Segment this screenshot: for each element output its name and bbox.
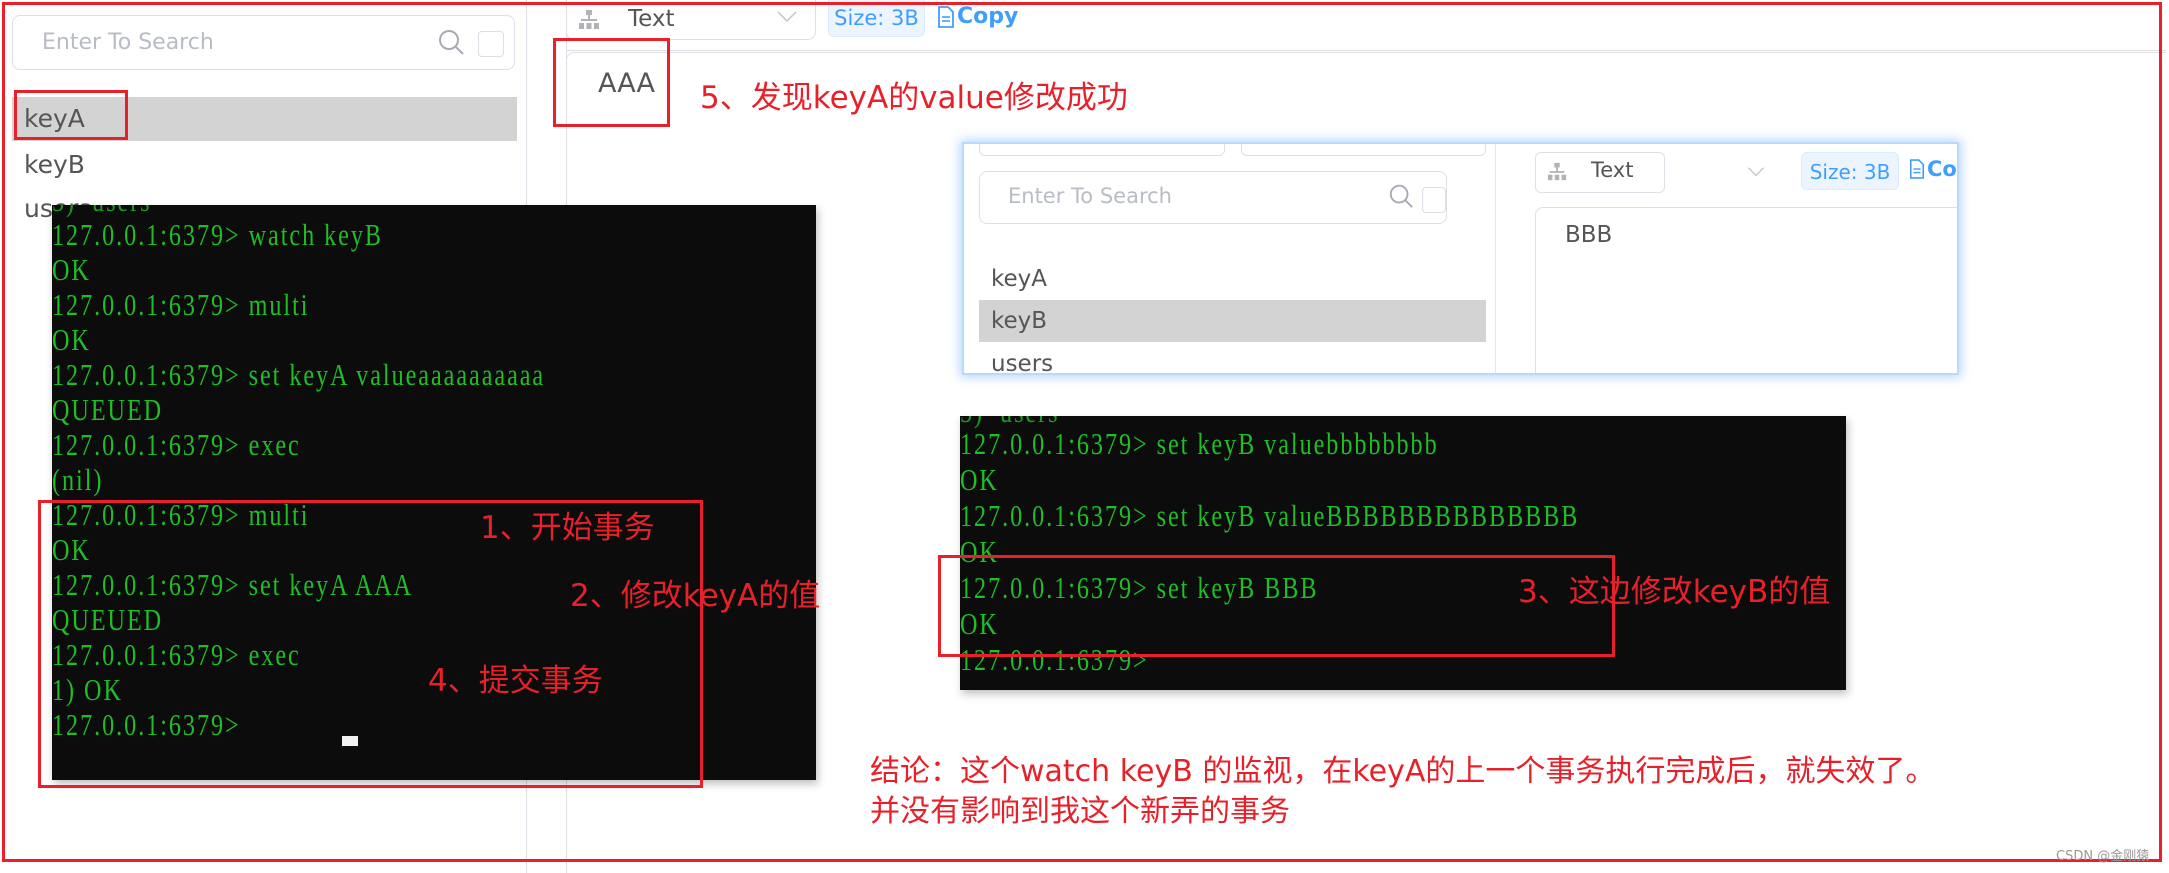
search-placeholder: Enter To Search: [42, 30, 214, 55]
copy-button[interactable]: Copy: [937, 4, 1018, 29]
terminal-line: 127.0.0.1:6379> set keyA AAA: [52, 567, 414, 602]
copy-label: Cop: [1927, 157, 1957, 181]
inner-search-placeholder: Enter To Search: [1008, 184, 1172, 208]
inner-exact-checkbox[interactable]: [1422, 187, 1446, 213]
terminal-line: 127.0.0.1:6379>: [52, 707, 249, 742]
annotation-step1: 1、开始事务: [480, 510, 655, 546]
annotation-step4: 4、提交事务: [428, 663, 603, 699]
exact-search-checkbox[interactable]: [478, 31, 504, 57]
terminal-line: QUEUED: [52, 602, 164, 637]
terminal-line: OK: [960, 534, 999, 569]
inner-top-control: [1241, 144, 1486, 156]
key-item-keyB[interactable]: keyB: [12, 143, 517, 187]
size-badge: Size: 3B: [828, 0, 925, 37]
terminal-line: 127.0.0.1:6379> exec: [52, 637, 301, 672]
tree-structure-icon: [1547, 162, 1567, 181]
terminal-line: 127.0.0.1:6379>: [960, 642, 1149, 677]
terminal-line: OK: [960, 462, 999, 497]
value-type-label: Text: [628, 6, 675, 32]
inner-key-item-keyA[interactable]: keyA: [979, 259, 1469, 299]
terminal-line: OK: [52, 252, 91, 287]
key-label: keyB: [24, 150, 85, 179]
search-icon[interactable]: [436, 27, 466, 57]
inner-size-badge: Size: 3B: [1801, 152, 1899, 190]
inner-panel-divider: [1495, 144, 1496, 373]
key-item-keyA[interactable]: keyA: [12, 97, 517, 141]
document-icon: [1909, 159, 1925, 179]
conclusion-line-1: 结论：这个watch keyB 的监视，在keyA的上一个事务执行完成后，就失效…: [870, 754, 1936, 789]
annotation-step3: 3、这边修改keyB的值: [1518, 574, 1831, 610]
inner-type-label: Text: [1591, 158, 1634, 182]
terminal-line: 127.0.0.1:6379> watch keyB: [52, 217, 383, 252]
terminal-line: 127.0.0.1:6379> exec: [52, 427, 301, 462]
inner-key-item-users[interactable]: users: [979, 344, 1469, 375]
terminal-line: 127.0.0.1:6379> multi: [52, 497, 310, 532]
inner-top-control: [979, 144, 1225, 156]
value-text: AAA: [598, 68, 655, 99]
document-icon: [938, 5, 954, 28]
toolbar-divider: [566, 50, 2166, 51]
key-label: users: [991, 351, 1054, 375]
copy-label: Copy: [957, 4, 1019, 29]
chevron-down-icon: [1747, 167, 1765, 177]
terminal-line: OK: [52, 532, 91, 567]
annotation-step2: 2、修改keyA的值: [570, 578, 821, 614]
inner-value-text: BBB: [1565, 222, 1613, 248]
terminal-line: 127.0.0.1:6379> multi: [52, 287, 310, 322]
terminal-line: 127.0.0.1:6379> set keyB BBB: [960, 570, 1319, 605]
chevron-down-icon: [777, 11, 797, 23]
inner-client-screenshot: Enter To Search keyA keyB users Text Siz…: [962, 142, 1959, 375]
key-label: keyB: [991, 308, 1048, 334]
tree-structure-icon: [579, 10, 599, 29]
conclusion-line-2: 并没有影响到我这个新弄的事务: [870, 794, 1290, 829]
terminal-line: 127.0.0.1:6379> set keyA valueaaaaaaaaaa: [52, 357, 546, 392]
inner-copy-button[interactable]: Cop: [1909, 157, 1957, 181]
terminal-line: 127.0.0.1:6379> set keyB valueBBBBBBBBBB…: [960, 498, 1580, 533]
key-label: keyA: [991, 266, 1047, 292]
terminal-line: (nil): [52, 462, 104, 497]
key-label: keyA: [24, 104, 85, 133]
annotation-step5: 5、发现keyA的value修改成功: [700, 80, 1128, 116]
redis-cli-terminal-right[interactable]: 5) users 127.0.0.1:6379> set keyB valueb…: [960, 416, 1846, 690]
terminal-line: 1) OK: [52, 672, 123, 707]
terminal-cursor: [342, 736, 358, 746]
terminal-line: OK: [960, 606, 999, 641]
terminal-line: OK: [52, 322, 91, 357]
watermark: CSDN @金刚猿: [2056, 849, 2150, 864]
inner-key-item-keyB[interactable]: keyB: [979, 300, 1486, 342]
terminal-line: QUEUED: [52, 392, 164, 427]
search-icon[interactable]: [1387, 182, 1415, 210]
terminal-line: 127.0.0.1:6379> set keyB valuebbbbbbbb: [960, 426, 1439, 461]
